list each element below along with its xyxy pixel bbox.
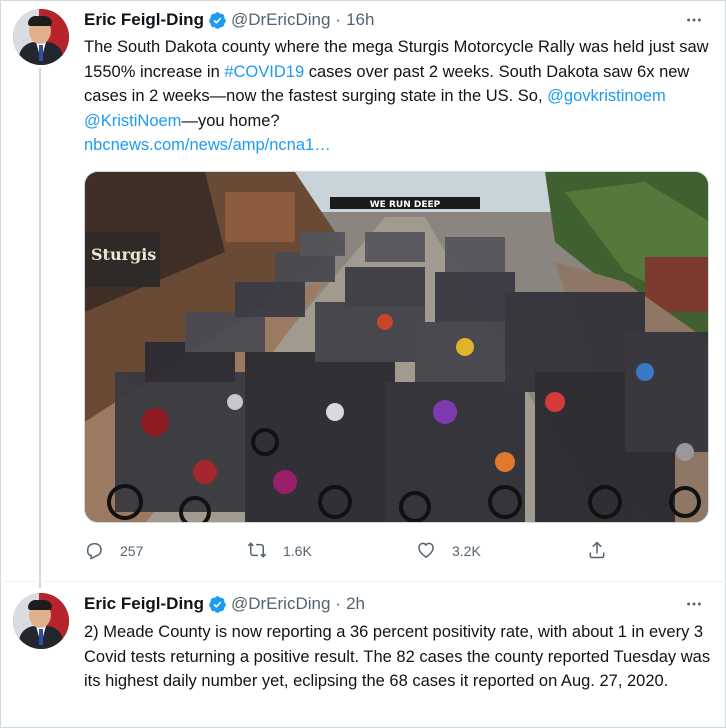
more-options-icon[interactable]: [684, 10, 704, 30]
retweet-count: 1.6K: [283, 543, 312, 559]
url-link[interactable]: nbcnews.com/news/amp/ncna1…: [84, 136, 331, 154]
hashtag-link[interactable]: #COVID19: [224, 63, 304, 81]
separator-dot: ·: [335, 10, 342, 29]
tweet-header: Eric Feigl-Ding @DrEricDing · 2h: [84, 593, 365, 615]
tweet-text: 2) Meade County is now reporting a 36 pe…: [84, 623, 711, 690]
tweet-timestamp[interactable]: 2h: [346, 594, 365, 614]
retweet-button[interactable]: 1.6K: [247, 537, 312, 565]
tweet-photo[interactable]: Sturgis WE RUN DEEP: [84, 171, 709, 523]
mention-link[interactable]: @KristiNoem: [84, 112, 181, 130]
author-handle[interactable]: @DrEricDing: [231, 594, 330, 614]
reply-count: 257: [120, 543, 144, 559]
more-options-icon[interactable]: [684, 594, 704, 614]
author-avatar[interactable]: [13, 593, 69, 649]
author-avatar[interactable]: [13, 9, 69, 65]
like-button[interactable]: 3.2K: [416, 537, 481, 565]
author-name[interactable]: Eric Feigl-Ding: [84, 594, 204, 614]
tweet-text: The South Dakota county where the mega S…: [84, 35, 716, 158]
author-handle[interactable]: @DrEricDing: [231, 10, 330, 30]
tweet-text-segment: —you home?: [181, 111, 280, 130]
separator-dot: ·: [335, 594, 342, 613]
photo-sturgis-rally-illustration: Sturgis WE RUN DEEP: [85, 172, 708, 522]
tweet-header: Eric Feigl-Ding @DrEricDing · 16h: [84, 9, 374, 31]
like-count: 3.2K: [452, 543, 481, 559]
tweet-actions: 257 1.6K 3.2K: [84, 537, 624, 565]
tweet[interactable]: Eric Feigl-Ding @DrEricDing · 16h The So…: [0, 0, 726, 582]
verified-badge-icon: [208, 11, 227, 30]
share-button[interactable]: [587, 537, 607, 565]
heart-icon: [416, 540, 436, 563]
storefront-text: Sturgis: [91, 245, 156, 264]
author-name[interactable]: Eric Feigl-Ding: [84, 10, 204, 30]
mention-link[interactable]: @govkristinoem: [547, 87, 666, 105]
reply-button[interactable]: 257: [84, 537, 143, 565]
tweet-timestamp[interactable]: 16h: [346, 10, 374, 30]
retweet-icon: [247, 540, 267, 563]
share-icon: [587, 540, 607, 563]
banner-text: WE RUN DEEP: [370, 200, 441, 210]
reply-icon: [84, 540, 104, 563]
verified-badge-icon: [208, 595, 227, 614]
